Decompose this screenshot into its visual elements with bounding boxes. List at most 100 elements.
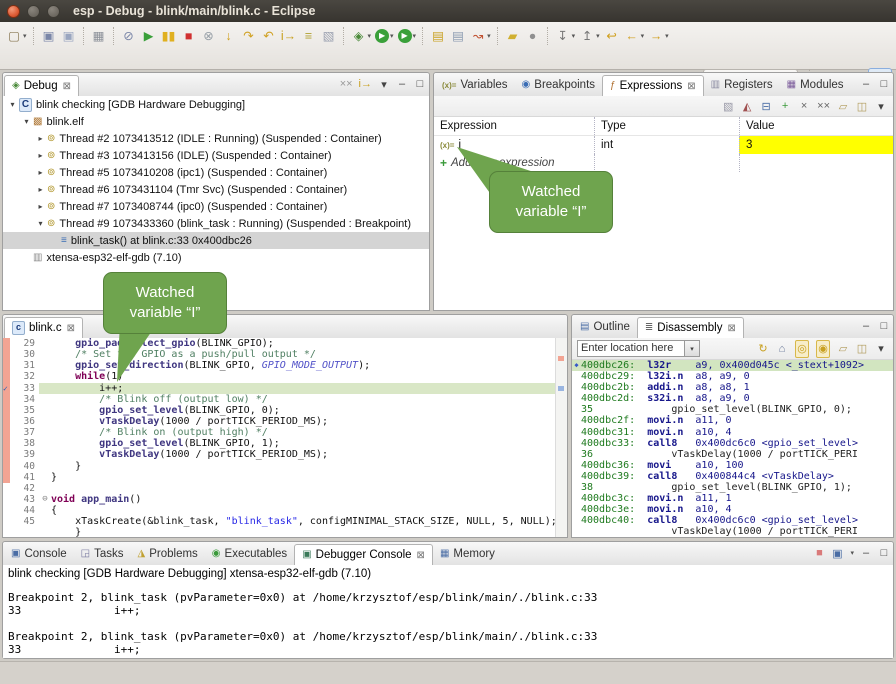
tab-outline[interactable]: ▤Outline [573,316,637,338]
disassembly-row[interactable]: 400dbc40: call8 0x400dc6c0 <gpio_set_lev… [572,515,893,526]
tab-breakpoints[interactable]: ◉Breakpoints [515,74,602,96]
remove-all-terminated-icon[interactable]: ×× [340,76,353,92]
debug-tree-item[interactable]: ▸⊚Thread #2 1073413512 (IDLE : Running) … [3,130,429,147]
tab-executables[interactable]: ◉Executables [205,543,294,565]
disassembly-row[interactable]: 400dbc36: movi a10, 100 [572,460,893,471]
expander-icon[interactable]: ▸ [35,134,46,143]
mark-occurrences-button[interactable]: ▰ [503,27,523,45]
expander-icon[interactable]: ▸ [35,202,46,211]
disassembly-row[interactable]: 400dbc2f: movi.n a11, 0 [572,415,893,426]
expander-icon[interactable]: ▸ [35,151,46,160]
disassembly-row[interactable]: 400dbc29: l32i.n a8, a9, 0 [572,371,893,382]
code-line[interactable]: 34 /* Blink off (output low) */ [3,394,567,405]
expander-icon[interactable]: ▾ [21,117,32,126]
instruction-stepping-mode-icon[interactable]: i→ [359,76,372,92]
collapse-all-icon[interactable]: ⊟ [760,98,772,114]
code-line[interactable]: } [3,527,567,537]
forward-button[interactable]: →▾ [646,27,671,45]
code-line[interactable]: 43⊖void app_main() [3,494,567,505]
code-line[interactable]: 31 gpio_set_direction(BLINK_GPIO, GPIO_M… [3,360,567,371]
view-menu-icon[interactable]: ▾ [378,76,390,92]
disassembly-row[interactable]: 400dbc33: call8 0x400dc6c0 <gpio_set_lev… [572,438,893,449]
terminate-icon[interactable]: ■ [813,545,825,561]
view-menu-icon[interactable]: ▾ [875,341,887,357]
disassembly-row[interactable]: 400dbc3c: movi.n a11, 1 [572,493,893,504]
debug-tree-item[interactable]: ▸⊚Thread #3 1073413156 (IDLE) (Suspended… [3,147,429,164]
maximize-icon[interactable]: □ [878,318,890,334]
display-selected-console-icon[interactable]: ▣ [831,545,843,561]
close-icon[interactable]: ⊠ [67,323,75,334]
disassembly-row[interactable]: 35 gpio_set_level(BLINK_GPIO, 0); [572,404,893,415]
debug-tree-item[interactable]: ▾Cblink checking [GDB Hardware Debugging… [3,96,429,113]
code-line[interactable]: 44{ [3,505,567,516]
new-view-icon[interactable]: ▱ [837,98,849,114]
suspend-button[interactable]: ▮▮ [159,27,179,45]
code-line[interactable]: 35 gpio_set_level(BLINK_GPIO, 0); [3,405,567,416]
maximize-icon[interactable]: □ [878,76,890,92]
expander-icon[interactable]: ▾ [35,219,46,228]
disassembly-row[interactable]: 36 vTaskDelay(1000 / portTICK_PERI [572,449,893,460]
close-icon[interactable]: ⊠ [63,81,71,92]
tab-registers[interactable]: ▥Registers [704,74,780,96]
close-window-button[interactable] [7,5,20,18]
minimize-window-button[interactable] [27,5,40,18]
column-type[interactable]: Type [594,117,739,135]
disassembly-row[interactable]: vTaskDelay(1000 / portTICK_PERI [572,526,893,537]
home-icon[interactable]: ⌂ [776,341,788,357]
code-line[interactable]: 41} [3,472,567,483]
new-view-icon[interactable]: ▱ [837,341,849,357]
open-resource-button[interactable]: ▤ [448,27,468,45]
step-over-button[interactable]: ↷ [239,27,259,45]
disassembly-row[interactable]: 400dbc39: call8 0x400844c4 <vTaskDelay> [572,471,893,482]
resume-button[interactable]: ▶ [139,27,159,45]
expander-icon[interactable]: ▾ [7,100,18,109]
save-all-button[interactable]: ▣ [59,27,79,45]
location-input[interactable]: Enter location here [577,340,685,357]
debug-tree-item[interactable]: ▥xtensa-esp32-elf-gdb (7.10) [3,249,429,266]
tab-expressions[interactable]: ƒExpressions⊠ [602,75,704,97]
tab-problems[interactable]: ◮Problems [131,543,205,565]
build-button[interactable]: ▦ [89,27,109,45]
refresh-icon[interactable]: ↻ [757,341,769,357]
close-icon[interactable]: ⊠ [727,323,735,334]
code-line[interactable]: 32 while(1) [3,371,567,382]
column-expression[interactable]: Expression [434,117,594,135]
open-element-button[interactable]: ▤ [428,27,448,45]
external-tools-button[interactable]: ▶▾ [396,28,419,44]
use-step-filters-button[interactable]: ▧ [319,27,339,45]
show-type-names-icon[interactable]: ▧ [722,98,734,114]
disassembly-row[interactable]: 400dbc2b: addi.n a8, a8, 1 [572,382,893,393]
code-line[interactable]: 42 [3,483,567,494]
close-icon[interactable]: ⊠ [417,550,425,561]
tab-console[interactable]: ▣Console [4,543,74,565]
minimize-icon[interactable]: ‒ [860,318,872,334]
maximize-icon[interactable]: □ [414,76,426,92]
show-method-filters-button[interactable]: ≡ [299,27,319,45]
tab-blink-c[interactable]: cblink.c⊠ [4,317,83,339]
code-line[interactable]: ✓33 i++; [3,383,567,394]
code-line[interactable]: 36 vTaskDelay(1000 / portTICK_PERIOD_MS)… [3,416,567,427]
run-button[interactable]: ▶▾ [373,28,396,44]
tab-tasks[interactable]: ◲Tasks [74,543,131,565]
disassembly-row[interactable]: ◆400dbc26: l32r a9, 0x400d045c <_stext+1… [572,360,893,371]
debug-button[interactable]: ◈▾ [349,27,374,45]
show-logical-structures-icon[interactable]: ◭ [741,98,753,114]
disconnect-button[interactable]: ⊗ [199,27,219,45]
new-wizard-button[interactable]: ▢▾ [4,27,29,45]
debug-tree-item[interactable]: ▸⊚Thread #7 1073408744 (ipc0) (Suspended… [3,198,429,215]
launch-history-button[interactable]: ↝▾ [468,27,493,45]
add-expression-icon[interactable]: + [779,98,791,114]
disassembly-row[interactable]: 400dbc3e: movi.n a10, 4 [572,504,893,515]
tab-variables[interactable]: (x)=Variables [435,74,515,96]
tab-debug[interactable]: ◈Debug⊠ [4,75,79,97]
last-edit-location-button[interactable]: ↩ [602,27,622,45]
pin-view-icon[interactable]: ◫ [856,341,868,357]
instruction-stepping-button[interactable]: i→ [279,27,299,45]
tab-modules[interactable]: ▦Modules [780,74,851,96]
column-value[interactable]: Value [739,117,893,135]
view-menu-icon[interactable]: ▾ [875,98,887,114]
code-line[interactable]: 45 xTaskCreate(&blink_task, "blink_task"… [3,516,567,527]
combo-dropdown-icon[interactable]: ▾ [685,340,700,357]
code-line[interactable]: 29 gpio_pad_select_gpio(BLINK_GPIO); [3,338,567,349]
debug-tree-item[interactable]: ▸⊚Thread #5 1073410208 (ipc1) (Suspended… [3,164,429,181]
